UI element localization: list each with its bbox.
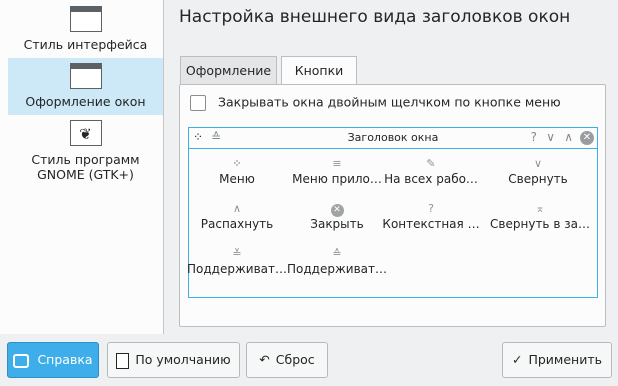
help-book-icon	[13, 353, 30, 368]
double-click-close-label: Закрывать окна двойным щелчком по кнопке…	[217, 94, 561, 110]
button-label: Закрыть	[310, 217, 364, 231]
button-application-menu[interactable]: ≡ Меню прило…	[287, 156, 387, 187]
window-icon	[69, 63, 102, 89]
keep-above-icon: ≙	[332, 247, 342, 260]
button-label: Контекстная …	[382, 217, 480, 231]
button-label: Свернуть	[508, 172, 568, 186]
page-title: Настройка внешнего вида заголовков окон	[179, 7, 571, 27]
button-label: Поддерживат…	[287, 262, 387, 276]
double-click-close-checkbox[interactable]	[190, 94, 206, 111]
defaults-button[interactable]: По умолчанию	[107, 342, 240, 378]
pin-icon: ✎	[426, 157, 436, 170]
button-keep-below[interactable]: ≚ Поддерживат…	[187, 246, 287, 277]
reset-button-label: Сброс	[275, 352, 315, 367]
sidebar-item-label: Оформление окон	[25, 94, 146, 109]
undo-icon: ↶	[259, 352, 270, 367]
sidebar-item-gtk-style[interactable]: ❦ Стиль программ GNOME (GTK+)	[8, 120, 163, 186]
button-menu[interactable]: ⁘ Меню	[187, 156, 287, 187]
sidebar-item-label: Стиль программ GNOME (GTK+)	[31, 152, 140, 182]
button-maximize[interactable]: ∧ Распахнуть	[187, 201, 287, 232]
help-icon: ?	[428, 202, 434, 215]
close-icon[interactable]: ✕	[580, 131, 594, 145]
double-click-close-option[interactable]: Закрывать окна двойным щелчком по кнопке…	[190, 93, 561, 111]
sidebar-item-widget-style[interactable]: Стиль интерфейса	[8, 6, 163, 58]
menu-icon: ⁘	[232, 157, 242, 170]
button-label: На всех рабо…	[384, 172, 478, 186]
app-menu-icon: ≡	[332, 157, 342, 170]
keep-below-icon: ≚	[232, 247, 242, 260]
button-close[interactable]: ✕ Закрыть	[287, 201, 387, 232]
gtk-icon: ❦	[69, 120, 102, 146]
button-keep-above[interactable]: ≙ Поддерживат…	[287, 246, 387, 277]
button-label: Меню прило…	[292, 172, 382, 186]
button-minimize[interactable]: ∨ Свернуть	[488, 156, 588, 187]
button-on-all-desktops[interactable]: ✎ На всех рабо…	[381, 156, 481, 187]
tab-decoration[interactable]: Оформление	[180, 56, 277, 85]
maximize-icon: ∧	[232, 202, 242, 215]
defaults-button-label: По умолчанию	[135, 352, 231, 367]
button-label: Поддерживат…	[187, 262, 287, 276]
checkmark-icon: ✓	[511, 352, 523, 367]
help-button[interactable]: Справка	[7, 342, 99, 378]
maximize-icon[interactable]: ∧	[564, 130, 573, 144]
button-label: Меню	[219, 172, 255, 186]
apply-button-label: Применить	[528, 352, 602, 367]
window-icon	[69, 6, 102, 32]
tab-buttons[interactable]: Кнопки	[281, 56, 357, 86]
sidebar-item-window-decorations[interactable]: Оформление окон	[8, 58, 163, 115]
minimize-icon[interactable]: ∨	[546, 130, 555, 144]
titlebar-preview: ⁘ ≙ Заголовок окна ? ∨ ∧ ✕ ⁘ Меню ≡ Меню…	[187, 127, 598, 298]
reset-button[interactable]: ↶ Сброс	[246, 342, 328, 378]
document-icon	[116, 352, 130, 369]
button-label: Свернуть в за…	[490, 217, 590, 231]
apply-button[interactable]: ✓ Применить	[502, 342, 612, 378]
buttons-panel: Закрывать окна двойным щелчком по кнопке…	[179, 84, 606, 327]
shade-icon: ⌅	[535, 202, 545, 215]
help-button-label: Справка	[37, 352, 93, 367]
sidebar-item-label: Стиль интерфейса	[23, 37, 148, 52]
button-label: Распахнуть	[200, 217, 274, 231]
help-icon[interactable]: ?	[531, 130, 537, 144]
close-icon: ✕	[330, 204, 344, 217]
preview-titlebar: ⁘ ≙ Заголовок окна ? ∨ ∧ ✕	[189, 128, 597, 149]
button-shade[interactable]: ⌅ Свернуть в за…	[484, 201, 596, 232]
sidebar: Стиль интерфейса Оформление окон ❦ Стиль…	[0, 0, 164, 334]
button-context-help[interactable]: ? Контекстная …	[381, 201, 481, 232]
minimize-icon: ∨	[533, 157, 543, 170]
